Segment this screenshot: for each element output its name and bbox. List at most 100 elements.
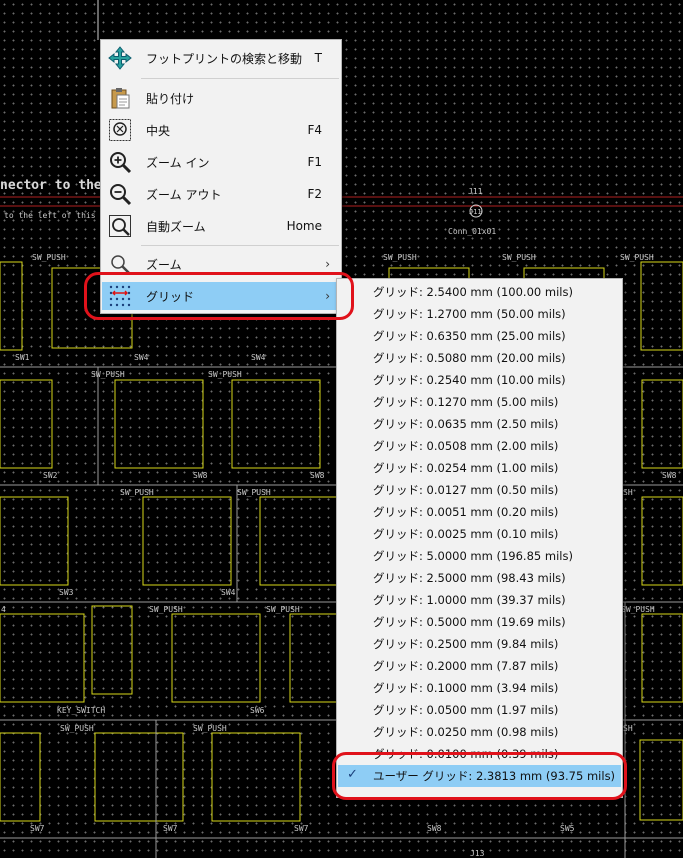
conn-label: Conn_01x01 xyxy=(448,227,496,236)
sw-push-label: SW_PUSH xyxy=(60,724,94,733)
sw-push-label: SW_PUSH xyxy=(266,605,300,614)
sw-push-label: SW_PUSH xyxy=(120,488,154,497)
sw6-label: SW6 xyxy=(250,706,265,715)
grid-option-label: グリッド: 0.0250 mm (0.98 mils) xyxy=(373,725,559,739)
pcb-note-text: to the left of this U xyxy=(4,211,105,220)
grid-option-label: グリッド: 0.5000 mm (19.69 mils) xyxy=(373,615,566,629)
sw-push-label: SW_PUSH xyxy=(91,370,125,379)
j11-label: J11 xyxy=(468,187,483,196)
sw7-label: SW7 xyxy=(163,824,178,833)
grid-option-label: グリッド: 0.5080 mm (20.00 mils) xyxy=(373,351,566,365)
grid-option-label: グリッド: 5.0000 mm (196.85 mils) xyxy=(373,549,573,563)
sw4-label: SW4 xyxy=(251,353,266,362)
grid-option-label: グリッド: 0.0254 mm (1.00 mils) xyxy=(373,461,559,475)
sw8-label: SW8 xyxy=(427,824,442,833)
grid-option-label: グリッド: 0.0500 mm (1.97 mils) xyxy=(373,703,559,717)
menu-item-shortcut: F4 xyxy=(307,123,322,137)
grid-option[interactable]: グリッド: 0.0254 mm (1.00 mils) xyxy=(338,457,621,479)
grid-option[interactable]: グリッド: 0.2000 mm (7.87 mils) xyxy=(338,655,621,677)
sw7-label: SW7 xyxy=(30,824,45,833)
sw-push-label: SW_PUSH xyxy=(621,605,655,614)
grid-option[interactable]: グリッド: 0.5000 mm (19.69 mils) xyxy=(338,611,621,633)
grid-option[interactable]: グリッド: 2.5000 mm (98.43 mils) xyxy=(338,567,621,589)
highlight-outline-grid-menu xyxy=(84,272,354,320)
grid-option[interactable]: グリッド: 0.1000 mm (3.94 mils) xyxy=(338,677,621,699)
sw3-label: SW3 xyxy=(59,588,74,597)
sw-push-label: SW_PUSH xyxy=(208,370,242,379)
grid-option[interactable]: グリッド: 5.0000 mm (196.85 mils) xyxy=(338,545,621,567)
grid-option-label: グリッド: 0.6350 mm (25.00 mils) xyxy=(373,329,566,343)
grid-option[interactable]: グリッド: 0.2540 mm (10.00 mils) xyxy=(338,369,621,391)
sw1-label: SW1 xyxy=(15,353,30,362)
menu-item-label: フットプリントの検索と移動 xyxy=(146,51,303,66)
menu-item-paste[interactable]: 貼り付け xyxy=(102,84,340,112)
sw-push-label: SW_PUSH xyxy=(383,253,417,262)
grid-option[interactable]: グリッド: 0.0250 mm (0.98 mils) xyxy=(338,721,621,743)
highlight-outline-user-grid xyxy=(332,752,627,800)
clipboard-paste-icon xyxy=(108,86,132,110)
grid-option-label: グリッド: 2.5400 mm (100.00 mils) xyxy=(373,285,573,299)
menu-item-label: 自動ズーム xyxy=(146,219,206,234)
grid-option-label: グリッド: 1.2700 mm (50.00 mils) xyxy=(373,307,566,321)
pcb-number-label: 4 xyxy=(1,605,6,614)
sw8-label: SW8 xyxy=(193,471,208,480)
grid-option[interactable]: グリッド: 2.5400 mm (100.00 mils) xyxy=(338,281,621,303)
grid-option[interactable]: グリッド: 0.5080 mm (20.00 mils) xyxy=(338,347,621,369)
menu-item-center[interactable]: 中央 F4 xyxy=(102,116,340,144)
grid-option-label: グリッド: 0.2540 mm (10.00 mils) xyxy=(373,373,566,387)
zoom-out-icon xyxy=(108,182,132,206)
sw-push-label: SW_PUSH xyxy=(502,253,536,262)
grid-option[interactable]: グリッド: 0.0500 mm (1.97 mils) xyxy=(338,699,621,721)
menu-separator xyxy=(141,78,339,79)
grid-option[interactable]: グリッド: 0.0051 mm (0.20 mils) xyxy=(338,501,621,523)
grid-option-label: グリッド: 0.0635 mm (2.50 mils) xyxy=(373,417,559,431)
grid-option-label: グリッド: 0.1270 mm (5.00 mils) xyxy=(373,395,559,409)
sw-push-label: SW_PUSH xyxy=(193,724,227,733)
menu-item-zoom-out[interactable]: ズーム アウト F2 xyxy=(102,180,340,208)
sh-label: SH xyxy=(623,488,633,497)
zoom-in-icon xyxy=(108,150,132,174)
sw5-label: SW5 xyxy=(560,824,575,833)
grid-option[interactable]: グリッド: 0.2500 mm (9.84 mils) xyxy=(338,633,621,655)
sh-label: SH xyxy=(623,724,633,733)
menu-item-shortcut: T xyxy=(314,51,322,65)
grid-option-label: グリッド: 1.0000 mm (39.37 mils) xyxy=(373,593,566,607)
move-cross-icon xyxy=(108,46,132,70)
j11-mark: J11 xyxy=(469,208,482,216)
menu-item-label: ズーム イン xyxy=(146,155,210,170)
grid-option[interactable]: グリッド: 0.0025 mm (0.10 mils) xyxy=(338,523,621,545)
menu-item-zoom-in[interactable]: ズーム イン F1 xyxy=(102,148,340,176)
sw-push-label: SW_PUSH xyxy=(620,253,654,262)
menu-item-label: ズーム アウト xyxy=(146,187,222,202)
zoom-fit-icon xyxy=(108,214,132,238)
grid-option[interactable]: グリッド: 0.0635 mm (2.50 mils) xyxy=(338,413,621,435)
grid-option[interactable]: グリッド: 0.1270 mm (5.00 mils) xyxy=(338,391,621,413)
grid-option[interactable]: グリッド: 1.2700 mm (50.00 mils) xyxy=(338,303,621,325)
sw-push-label: SW_PUSH xyxy=(32,253,66,262)
sw7-label: SW7 xyxy=(294,824,309,833)
j13-label: J13 xyxy=(470,849,485,858)
menu-item-label: 貼り付け xyxy=(146,91,195,106)
grid-option[interactable]: グリッド: 0.0127 mm (0.50 mils) xyxy=(338,479,621,501)
menu-item-label: 中央 xyxy=(146,123,171,138)
grid-option-label: グリッド: 0.0127 mm (0.50 mils) xyxy=(373,483,559,497)
menu-item-auto-zoom[interactable]: 自動ズーム Home xyxy=(102,212,340,240)
grid-option-label: グリッド: 0.1000 mm (3.94 mils) xyxy=(373,681,559,695)
chevron-right-icon: › xyxy=(325,257,330,271)
menu-item-find-footprint[interactable]: フットプリントの検索と移動 T xyxy=(102,44,340,72)
sw-push-label: SW_PUSH xyxy=(237,488,271,497)
grid-option[interactable]: グリッド: 0.6350 mm (25.00 mils) xyxy=(338,325,621,347)
grid-option[interactable]: グリッド: 0.0508 mm (2.00 mils) xyxy=(338,435,621,457)
menu-separator xyxy=(141,245,339,246)
grid-option-label: グリッド: 0.0051 mm (0.20 mils) xyxy=(373,505,559,519)
menu-item-shortcut: F2 xyxy=(307,187,322,201)
sw2-label: SW2 xyxy=(43,471,58,480)
sw-push-label: SW_PUSH xyxy=(149,605,183,614)
grid-option-label: グリッド: 0.2500 mm (9.84 mils) xyxy=(373,637,559,651)
key-switch-label: KEY_SWITCH xyxy=(57,706,105,715)
grid-option-label: グリッド: 0.2000 mm (7.87 mils) xyxy=(373,659,559,673)
grid-option[interactable]: グリッド: 1.0000 mm (39.37 mils) xyxy=(338,589,621,611)
sw8-label: SW8 xyxy=(310,471,325,480)
zoom-center-icon xyxy=(108,118,132,142)
menu-item-label: ズーム xyxy=(146,257,182,272)
